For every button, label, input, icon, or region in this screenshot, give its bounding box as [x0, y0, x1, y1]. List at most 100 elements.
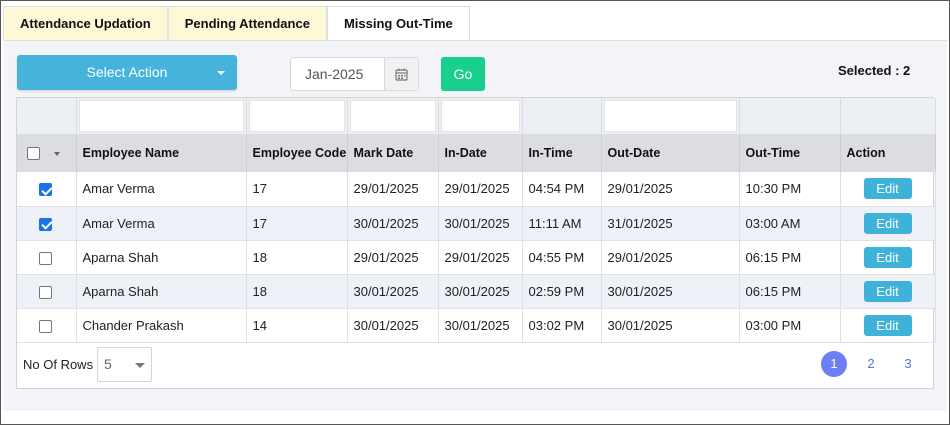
- attendance-table: Employee Name Employee Code Mark Date In…: [17, 98, 936, 343]
- chevron-down-icon: [135, 363, 145, 368]
- in-time: 11:11 AM: [522, 206, 602, 241]
- edit-button[interactable]: Edit: [863, 246, 912, 268]
- filter-in-date-input[interactable]: [440, 100, 520, 132]
- table-row: Amar Verma 17 29/01/2025 29/01/2025 04:5…: [17, 172, 936, 207]
- filter-mark-date-input[interactable]: [349, 100, 436, 132]
- out-date: 31/01/2025: [601, 206, 740, 241]
- in-date: 30/01/2025: [438, 206, 523, 241]
- employee-name: Amar Verma: [76, 206, 247, 241]
- chevron-down-icon: [217, 71, 225, 75]
- table-row: Chander Prakash 14 30/01/2025 30/01/2025…: [17, 308, 936, 343]
- table-row: Amar Verma 17 30/01/2025 30/01/2025 11:1…: [17, 206, 936, 241]
- row-select-cell: [17, 274, 77, 309]
- employee-code: 17: [246, 206, 348, 241]
- filter-cell-out-time: [739, 98, 841, 134]
- select-action-label: Select Action: [86, 64, 168, 80]
- in-date: 29/01/2025: [438, 172, 523, 207]
- column-header-mark-date[interactable]: Mark Date: [347, 134, 439, 172]
- page-button-1[interactable]: 1: [821, 351, 847, 377]
- mark-date: 30/01/2025: [347, 308, 439, 343]
- edit-button[interactable]: Edit: [863, 314, 912, 336]
- page-button-3[interactable]: 3: [895, 351, 921, 377]
- rows-per-page-select[interactable]: 5: [97, 347, 152, 382]
- row-select-cell: [17, 240, 77, 275]
- column-header-employee-name[interactable]: Employee Name: [76, 134, 247, 172]
- edit-button[interactable]: Edit: [863, 280, 912, 302]
- go-button[interactable]: Go: [441, 57, 485, 91]
- employee-name: Aparna Shah: [76, 274, 247, 309]
- filter-name-input[interactable]: [78, 100, 244, 132]
- header-row: Employee Name Employee Code Mark Date In…: [17, 134, 936, 172]
- employee-name: Amar Verma: [76, 172, 247, 207]
- in-date: 30/01/2025: [438, 308, 523, 343]
- employee-code: 17: [246, 172, 348, 207]
- tab-bar: Attendance Updation Pending Attendance M…: [3, 6, 470, 40]
- out-date: 29/01/2025: [601, 172, 740, 207]
- row-checkbox[interactable]: [39, 285, 52, 299]
- tab-pending-attendance[interactable]: Pending Attendance: [167, 6, 327, 40]
- selected-count: Selected : 2: [838, 63, 911, 78]
- in-date: 29/01/2025: [438, 240, 523, 275]
- pagination: 1 2 3: [810, 351, 921, 377]
- filter-code-input[interactable]: [248, 100, 345, 132]
- filter-cell-code: [246, 98, 348, 134]
- action-cell: Edit: [840, 172, 936, 207]
- out-time: 03:00 PM: [739, 308, 841, 343]
- out-date: 30/01/2025: [601, 274, 740, 309]
- rows-per-page-value: 5: [104, 356, 112, 372]
- action-cell: Edit: [840, 274, 936, 309]
- select-all-header: [17, 134, 77, 172]
- action-cell: Edit: [840, 308, 936, 343]
- column-header-in-time[interactable]: In-Time: [522, 134, 602, 172]
- mark-date: 30/01/2025: [347, 206, 439, 241]
- filter-cell-out-date: [601, 98, 740, 134]
- chevron-down-icon[interactable]: [54, 151, 60, 156]
- filter-row: [17, 98, 936, 134]
- column-header-employee-code[interactable]: Employee Code: [246, 134, 348, 172]
- table-row: Aparna Shah 18 30/01/2025 30/01/2025 02:…: [17, 274, 936, 309]
- tab-missing-out-time[interactable]: Missing Out-Time: [326, 6, 470, 40]
- row-checkbox[interactable]: [39, 217, 52, 231]
- calendar-button[interactable]: [384, 58, 418, 90]
- out-date: 29/01/2025: [601, 240, 740, 275]
- attendance-table-container: Employee Name Employee Code Mark Date In…: [16, 97, 936, 389]
- filter-cell-select: [17, 98, 77, 134]
- column-header-in-date[interactable]: In-Date: [438, 134, 523, 172]
- edit-button[interactable]: Edit: [863, 212, 912, 234]
- tab-attendance-updation[interactable]: Attendance Updation: [3, 6, 168, 40]
- filter-cell-action: [840, 98, 936, 134]
- column-header-out-date[interactable]: Out-Date: [601, 134, 740, 172]
- in-date: 30/01/2025: [438, 274, 523, 309]
- row-checkbox[interactable]: [39, 183, 52, 197]
- mark-date: 30/01/2025: [347, 274, 439, 309]
- edit-button[interactable]: Edit: [863, 178, 912, 200]
- row-select-cell: [17, 206, 77, 241]
- out-time: 10:30 PM: [739, 172, 841, 207]
- filter-cell-mark-date: [347, 98, 439, 134]
- rows-per-page-label: No Of Rows :: [23, 357, 101, 372]
- table-body: Amar Verma 17 29/01/2025 29/01/2025 04:5…: [17, 172, 936, 343]
- row-checkbox[interactable]: [39, 251, 52, 265]
- row-select-cell: [17, 172, 77, 207]
- in-time: 03:02 PM: [522, 308, 602, 343]
- table-footer: No Of Rows : 5 1 2 3: [17, 342, 933, 388]
- mark-date: 29/01/2025: [347, 172, 439, 207]
- filter-cell-in-time: [522, 98, 602, 134]
- row-select-cell: [17, 308, 77, 343]
- out-time: 03:00 AM: [739, 206, 841, 241]
- month-picker: [290, 57, 419, 91]
- employee-code: 18: [246, 240, 348, 275]
- select-action-button[interactable]: Select Action: [17, 55, 237, 90]
- page-button-2[interactable]: 2: [858, 351, 884, 377]
- select-all-checkbox[interactable]: [27, 147, 40, 161]
- filter-cell-in-date: [438, 98, 523, 134]
- action-cell: Edit: [840, 206, 936, 241]
- in-time: 04:54 PM: [522, 172, 602, 207]
- column-header-action: Action: [840, 134, 936, 172]
- app-window: Attendance Updation Pending Attendance M…: [0, 0, 950, 425]
- filter-out-date-input[interactable]: [603, 100, 737, 132]
- column-header-out-time[interactable]: Out-Time: [739, 134, 841, 172]
- month-input[interactable]: [291, 58, 384, 90]
- employee-code: 18: [246, 274, 348, 309]
- row-checkbox[interactable]: [39, 319, 52, 333]
